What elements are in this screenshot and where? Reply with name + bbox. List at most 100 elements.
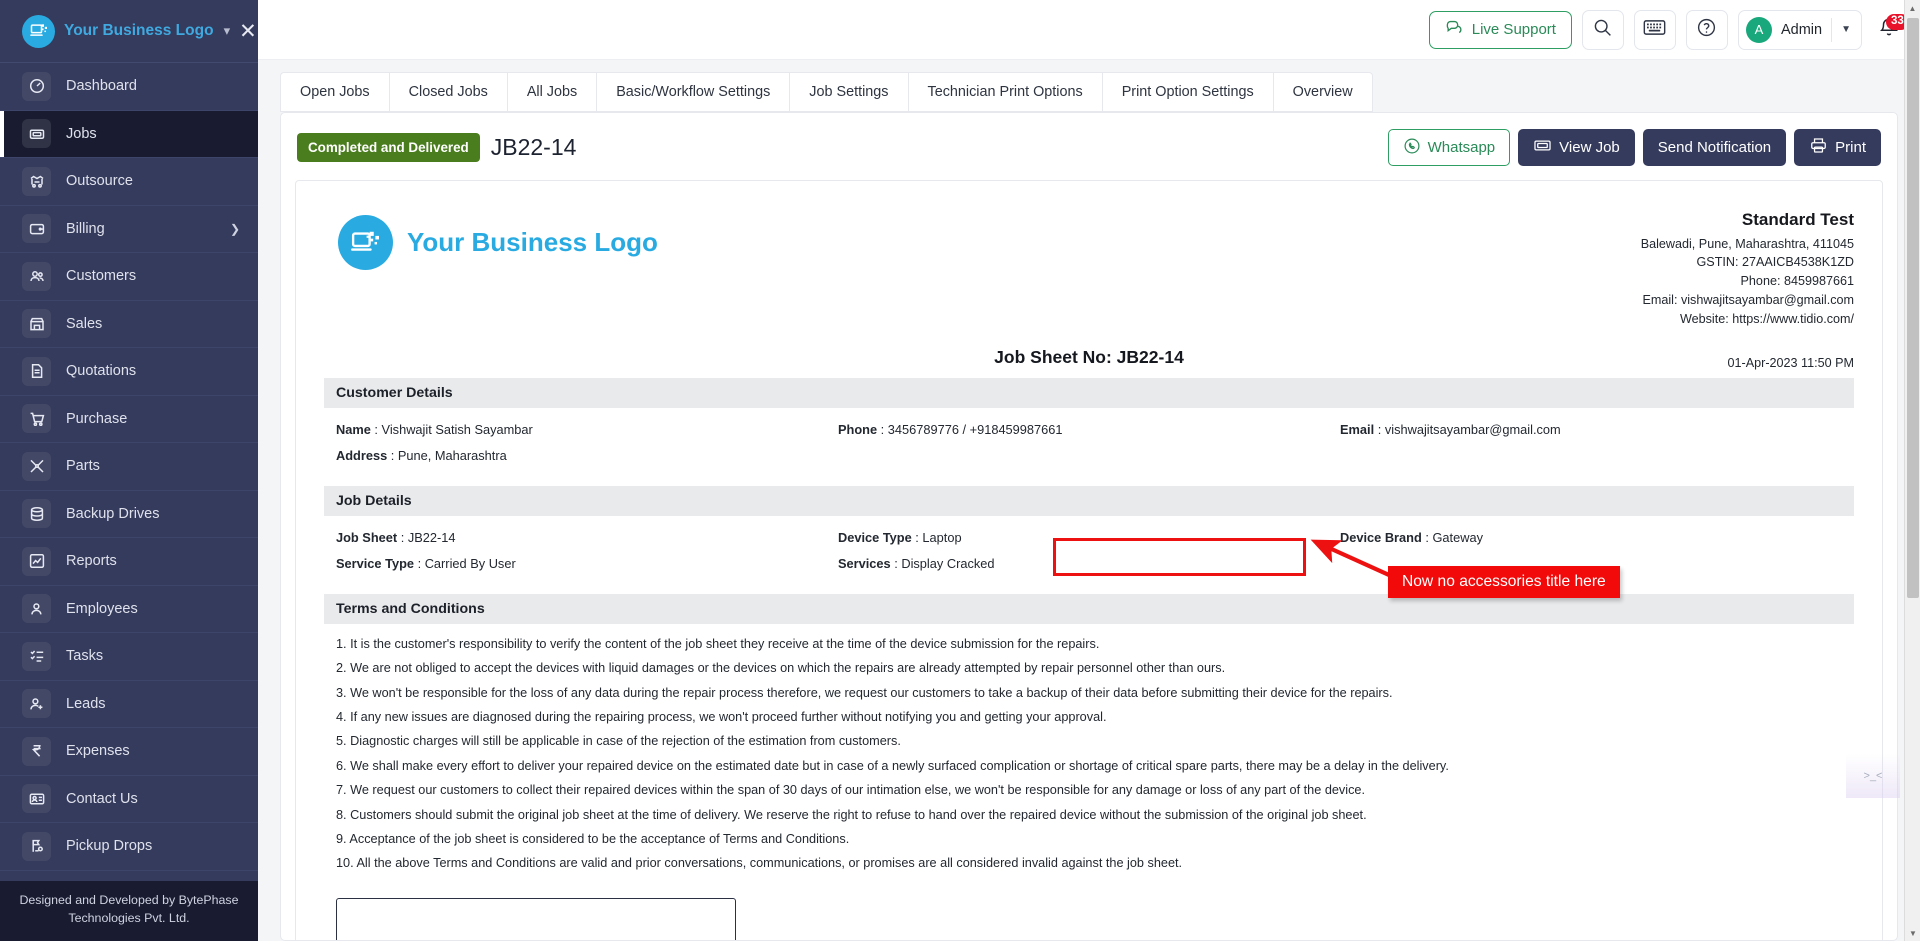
sidebar-item-contact-us[interactable]: Contact Us (0, 776, 258, 823)
business-address: Balewadi, Pune, Maharashtra, 411045 (1640, 236, 1854, 251)
terms-item: 2. We are not obliged to accept the devi… (336, 661, 1226, 676)
help-button[interactable] (1685, 9, 1728, 50)
cart-icon (22, 404, 51, 434)
briefcase-icon (22, 119, 51, 149)
main-area: Live Support A Admin ▼ 33 Open Jobs Clos… (258, 0, 1920, 941)
tab-job-settings[interactable]: Job Settings (790, 73, 909, 111)
terms-item: 6. We shall make every effort to deliver… (336, 758, 1449, 773)
field-value: Laptop (922, 529, 962, 545)
view-job-button[interactable]: View Job (1518, 129, 1635, 166)
terms-item: 3. We won't be responsible for the loss … (336, 685, 1393, 700)
sidebar-item-purchase[interactable]: Purchase (0, 396, 258, 443)
sidebar-item-pickup-drops[interactable]: Pickup Drops (0, 823, 258, 871)
sidebar-item-label: Billing (66, 220, 105, 237)
sidebar-item-label: Jobs (66, 125, 97, 142)
close-icon[interactable]: ✕ (239, 21, 257, 42)
sidebar-item-label: Reports (66, 553, 117, 570)
business-name: Standard Test (1741, 210, 1854, 229)
tab-technician-print-options[interactable]: Technician Print Options (909, 73, 1103, 111)
sidebar-item-label: Leads (66, 695, 106, 712)
scroll-down-icon[interactable]: ▼ (1905, 925, 1920, 941)
sidebar-item-reports[interactable]: Reports (0, 538, 258, 586)
tabs-row: Open Jobs Closed Jobs All Jobs Basic/Workfl… (258, 60, 1920, 112)
tab-bar: Open Jobs Closed Jobs All Jobs Basic/Workfl… (280, 72, 1373, 112)
brand-logo-icon (22, 14, 55, 48)
terms-item: 8. Customers should submit the original … (336, 807, 1367, 822)
sidebar-item-backup-drives[interactable]: Backup Drives (0, 491, 258, 538)
sidebar-item-employees[interactable]: Employees (0, 586, 258, 633)
job-details-heading: Job Details (324, 485, 1854, 516)
tab-print-option-settings[interactable]: Print Option Settings (1103, 73, 1274, 111)
tools-icon (22, 451, 51, 481)
field-label: Address (336, 448, 388, 464)
job-header: Completed and Delivered JB22-14 Whatsapp (295, 127, 1883, 180)
ticket-icon (1533, 136, 1552, 159)
tab-all-jobs[interactable]: All Jobs (508, 73, 598, 111)
chevron-right-icon[interactable]: ❯ (230, 222, 240, 236)
terms-heading: Terms and Conditions (324, 593, 1854, 624)
sidebar-item-label: Sales (66, 315, 103, 332)
send-notification-button[interactable]: Send Notification (1642, 129, 1787, 166)
chevron-down-icon[interactable]: ▼ (1841, 24, 1851, 35)
field-job-sheet: Job Sheet : JB22-14 (336, 529, 456, 545)
tab-open-jobs[interactable]: Open Jobs (281, 73, 390, 111)
business-phone: Phone: 8459987661 (1740, 274, 1854, 289)
users-icon (22, 261, 51, 291)
scrollbar-thumb[interactable] (1907, 18, 1919, 598)
terms-list: 1. It is the customer's responsibility t… (324, 624, 1854, 886)
sidebar-item-label: Dashboard (66, 78, 137, 95)
sidebar-item-sales[interactable]: Sales (0, 301, 258, 348)
gauge-icon (22, 71, 51, 101)
search-button[interactable] (1581, 9, 1624, 50)
field-value: Carried By User (424, 556, 516, 572)
sidebar-item-label: Expenses (66, 743, 130, 760)
field-service-type: Service Type : Carried By User (336, 556, 516, 572)
tab-closed-jobs[interactable]: Closed Jobs (390, 73, 508, 111)
sidebar-item-quotations[interactable]: Quotations (0, 348, 258, 396)
sidebar-item-leads[interactable]: Leads (0, 681, 258, 728)
sidebar-item-billing[interactable]: Billing ❯ (0, 206, 258, 253)
sidebar-item-tasks[interactable]: Tasks (0, 633, 258, 681)
account-menu[interactable]: A Admin ▼ (1737, 9, 1862, 50)
notifications-button[interactable]: 33 (1872, 10, 1909, 50)
sidebar-item-dashboard[interactable]: Dashboard (0, 63, 258, 111)
sidebar-item-expenses[interactable]: Expenses (0, 728, 258, 776)
live-support-button[interactable]: Live Support (1428, 10, 1572, 49)
contact-card-icon (22, 784, 51, 814)
business-logo-icon (338, 215, 393, 270)
chevron-down-icon[interactable]: ▾ (224, 23, 231, 39)
app-root: Your Business Logo ▾ ✕ Dashboard Jobs Outs… (0, 0, 1920, 941)
terms-item: 7. We request our customers to collect t… (336, 783, 1366, 798)
field-label: Phone (838, 421, 878, 437)
wallet-icon (22, 214, 51, 244)
field-name: Name : Vishwajit Satish Sayambar (336, 421, 533, 437)
tab-basic-workflow-settings[interactable]: Basic/Workflow Settings (597, 73, 791, 111)
pin-route-icon (22, 831, 51, 861)
printer-icon (1809, 136, 1828, 159)
sidebar-item-outsource[interactable]: Outsource (0, 158, 258, 206)
live-support-label: Live Support (1471, 21, 1556, 38)
store-icon (22, 309, 51, 339)
sidebar-item-jobs[interactable]: Jobs (0, 110, 258, 158)
print-label: Print (1835, 139, 1866, 156)
sidebar-footer: Designed and Developed by BytePhase Tech… (0, 881, 258, 941)
annotation-highlight-box (1053, 538, 1306, 576)
business-signature: Business Signature (1686, 938, 1842, 940)
sidebar-brand[interactable]: Your Business Logo ▾ ✕ (0, 0, 258, 63)
terms-item: 4. If any new issues are diagnosed durin… (336, 710, 1107, 725)
page-scrollbar[interactable]: ▲ ▼ (1904, 0, 1920, 941)
sidebar-item-parts[interactable]: Parts (0, 443, 258, 491)
signature-row: Business Signature (324, 886, 1854, 940)
sidebar-item-label: Contact Us (66, 790, 138, 807)
field-value: 3456789776 / +918459987661 (887, 421, 1063, 437)
scroll-up-icon[interactable]: ▲ (1905, 0, 1920, 16)
business-info: Standard Test Balewadi, Pune, Maharashtr… (1641, 201, 1854, 329)
keyboard-shortcuts-button[interactable] (1633, 9, 1676, 50)
chat-widget-icon[interactable]: >_< (1846, 754, 1900, 798)
sheet-logo-label: Your Business Logo (407, 227, 658, 257)
whatsapp-button[interactable]: Whatsapp (1387, 129, 1511, 166)
print-button[interactable]: Print (1794, 129, 1881, 166)
customer-details-grid: Name : Vishwajit Satish Sayambar Phone : … (324, 408, 1854, 476)
sidebar-item-customers[interactable]: Customers (0, 253, 258, 301)
tab-overview[interactable]: Overview (1274, 73, 1372, 111)
